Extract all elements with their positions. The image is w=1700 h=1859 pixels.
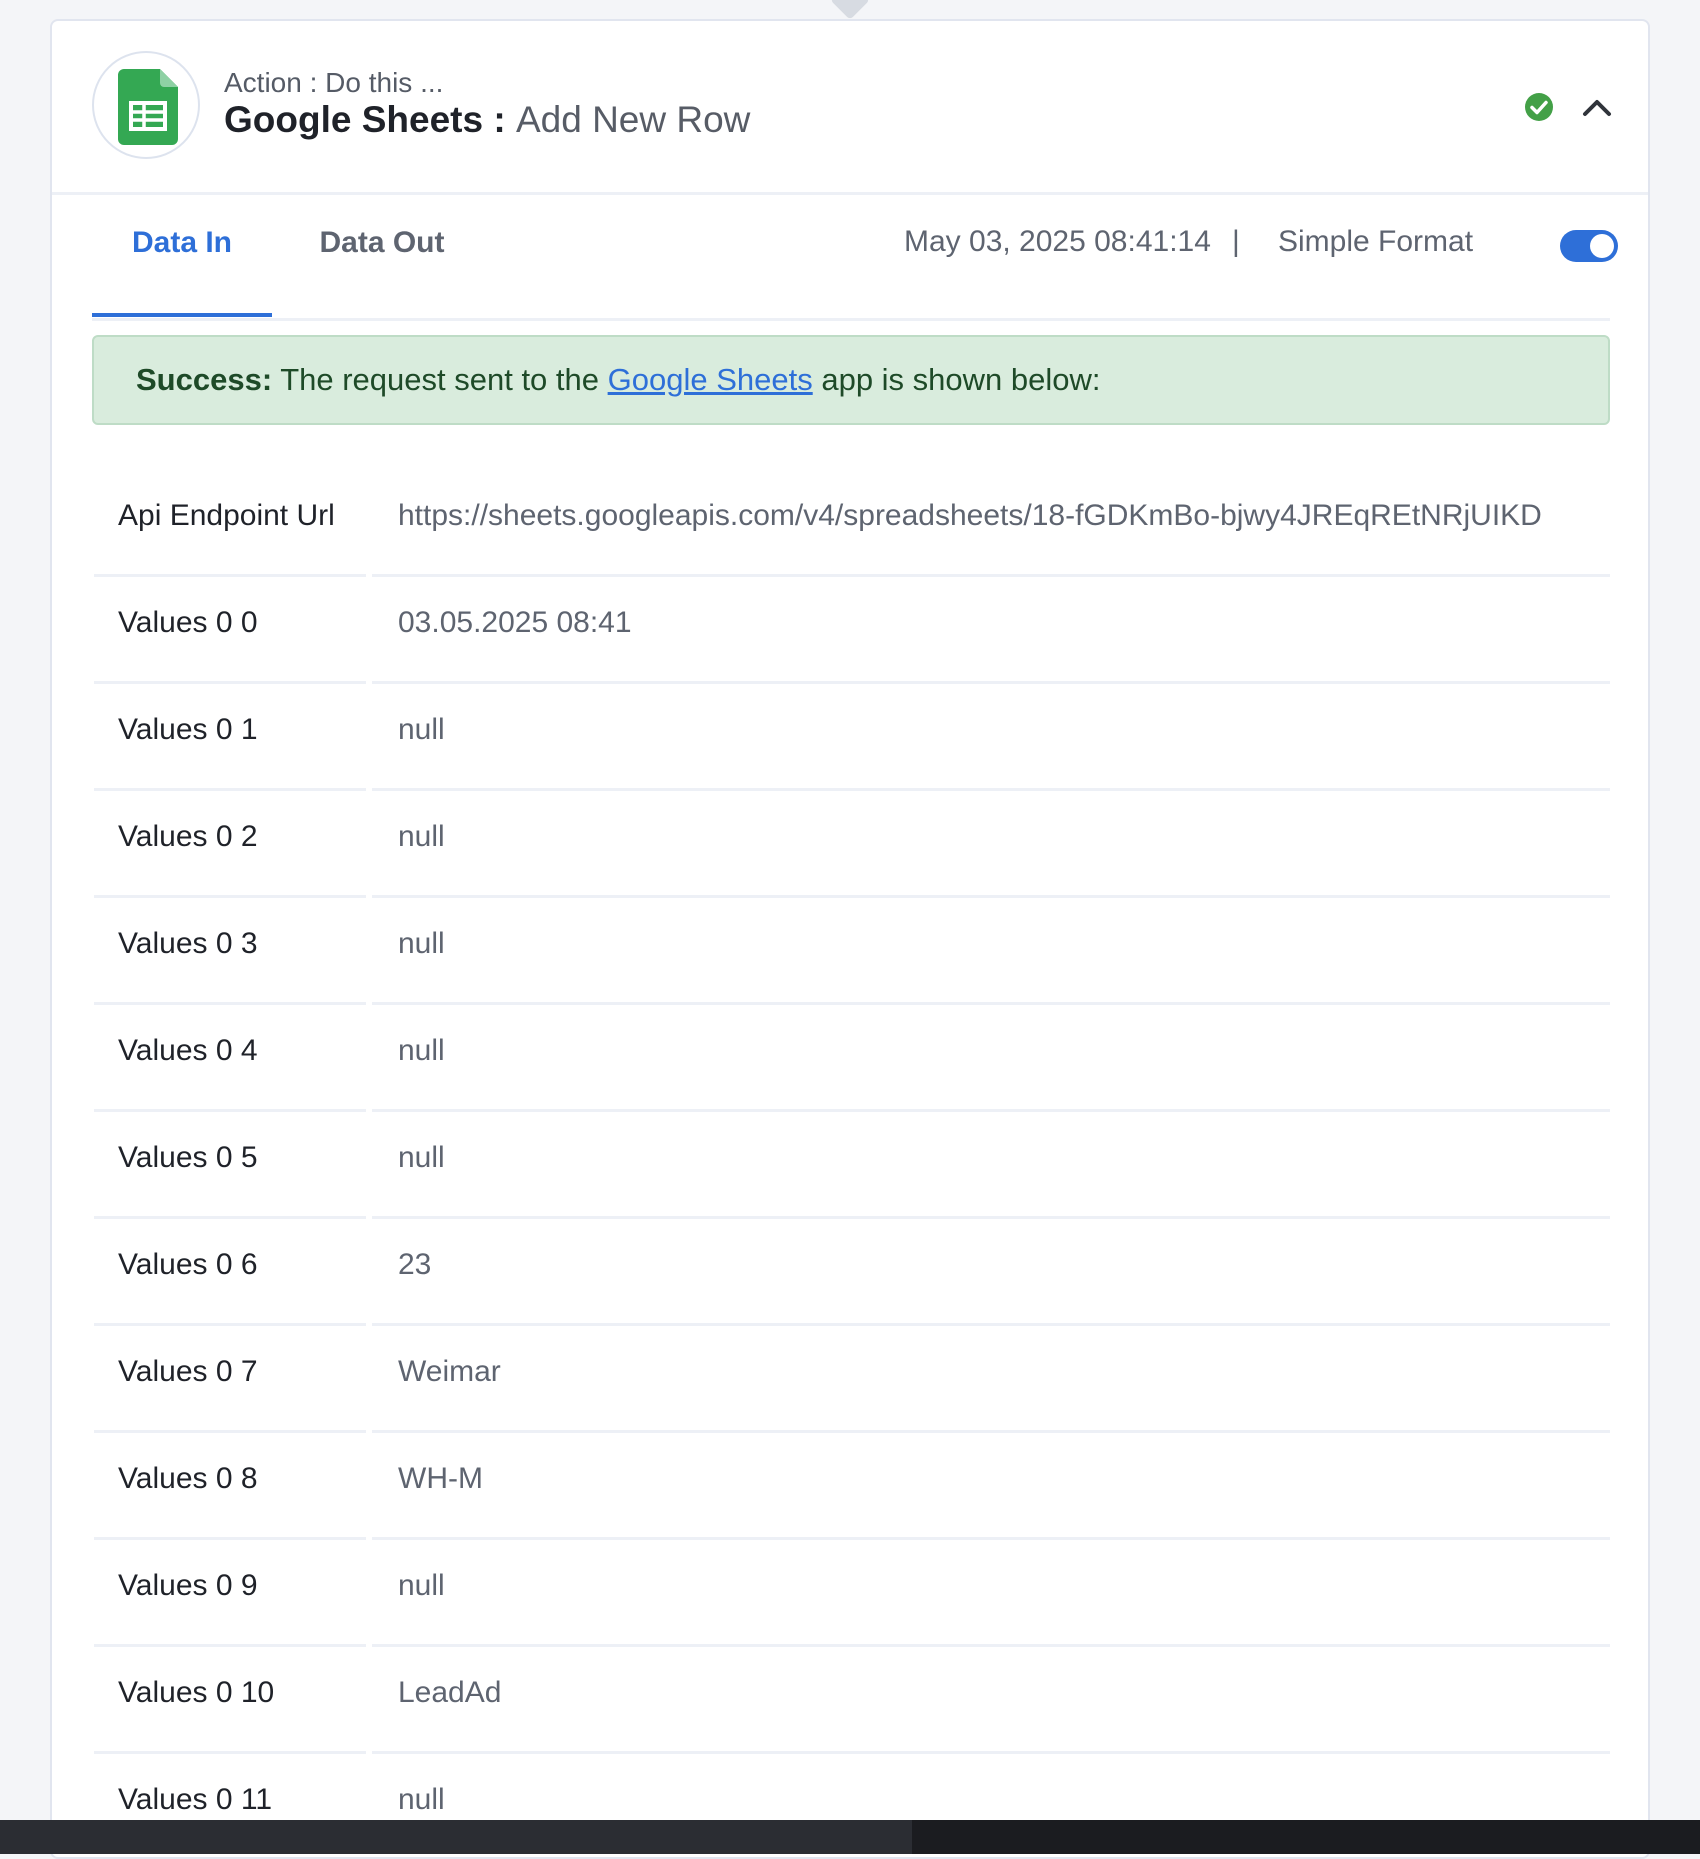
table-row: Api Endpoint Url https://sheets.googleap… [94, 477, 1610, 584]
tab-data-out[interactable]: Data Out [272, 195, 492, 317]
row-value: WH-M [372, 1440, 1610, 1540]
table-row: Values 0 6 23 [94, 1226, 1610, 1333]
action-title: Google Sheets : Add New Row [224, 99, 750, 141]
row-value: 03.05.2025 08:41 [372, 584, 1610, 684]
app-name: Google Sheets [224, 99, 484, 140]
chevron-up-icon[interactable] [1580, 93, 1614, 121]
row-key: Values 0 6 [94, 1226, 366, 1326]
row-value: null [372, 1012, 1610, 1112]
google-sheets-icon [118, 69, 178, 145]
row-value: null [372, 1547, 1610, 1647]
row-key: Api Endpoint Url [94, 477, 366, 577]
table-row: Values 0 0 03.05.2025 08:41 [94, 584, 1610, 691]
table-row: Values 0 10 LeadAd [94, 1654, 1610, 1761]
table-row: Values 0 2 null [94, 798, 1610, 905]
dock-segment [912, 1820, 1700, 1854]
app-logo [92, 51, 200, 159]
table-row: Values 0 4 null [94, 1012, 1610, 1119]
alert-strong: Success: [136, 362, 273, 397]
success-alert: Success: The request sent to the Google … [92, 335, 1610, 425]
alert-text-after: app is shown below: [812, 362, 1101, 397]
tab-data-in[interactable]: Data In [92, 195, 272, 317]
action-step-card: Action : Do this ... Google Sheets : Add… [50, 19, 1650, 1859]
row-key: Values 0 10 [94, 1654, 366, 1754]
row-value: https://sheets.googleapis.com/v4/spreads… [372, 477, 1610, 577]
meta-divider: | [1232, 225, 1240, 258]
row-key: Values 0 4 [94, 1012, 366, 1112]
row-value: null [372, 905, 1610, 1005]
request-data-table: Api Endpoint Url https://sheets.googleap… [94, 477, 1610, 1857]
alert-text-before: The request sent to the [272, 362, 608, 397]
row-key: Values 0 7 [94, 1333, 366, 1433]
simple-format-label: Simple Format [1278, 225, 1474, 258]
table-row: Values 0 8 WH-M [94, 1440, 1610, 1547]
os-dock-strip [0, 1820, 1700, 1854]
title-separator: : [483, 99, 516, 140]
row-key: Values 0 2 [94, 798, 366, 898]
connector-notch [830, 0, 870, 20]
simple-format-toggle[interactable] [1560, 230, 1618, 262]
data-tabs: Data In Data Out May 03, 2025 08:41:14 |… [92, 195, 1618, 321]
row-key: Values 0 9 [94, 1547, 366, 1647]
step-header: Action : Do this ... Google Sheets : Add… [52, 21, 1648, 195]
row-key: Values 0 8 [94, 1440, 366, 1540]
row-value: null [372, 691, 1610, 791]
event-name: Add New Row [515, 99, 751, 140]
table-row: Values 0 1 null [94, 691, 1610, 798]
table-row: Values 0 7 Weimar [94, 1333, 1610, 1440]
row-key: Values 0 5 [94, 1119, 366, 1219]
table-row: Values 0 5 null [94, 1119, 1610, 1226]
check-circle-icon [1525, 93, 1553, 121]
row-key: Values 0 1 [94, 691, 366, 791]
row-value: 23 [372, 1226, 1610, 1326]
row-value: Weimar [372, 1333, 1610, 1433]
table-row: Values 0 3 null [94, 905, 1610, 1012]
row-value: null [372, 1119, 1610, 1219]
row-value: null [372, 798, 1610, 898]
action-label: Action : Do this ... [224, 67, 444, 98]
run-timestamp: May 03, 2025 08:41:14 [904, 225, 1211, 258]
row-key: Values 0 3 [94, 905, 366, 1005]
toggle-knob [1590, 234, 1614, 258]
row-value: LeadAd [372, 1654, 1610, 1754]
row-key: Values 0 0 [94, 584, 366, 684]
table-row: Values 0 9 null [94, 1547, 1610, 1654]
google-sheets-link[interactable]: Google Sheets [608, 362, 813, 397]
